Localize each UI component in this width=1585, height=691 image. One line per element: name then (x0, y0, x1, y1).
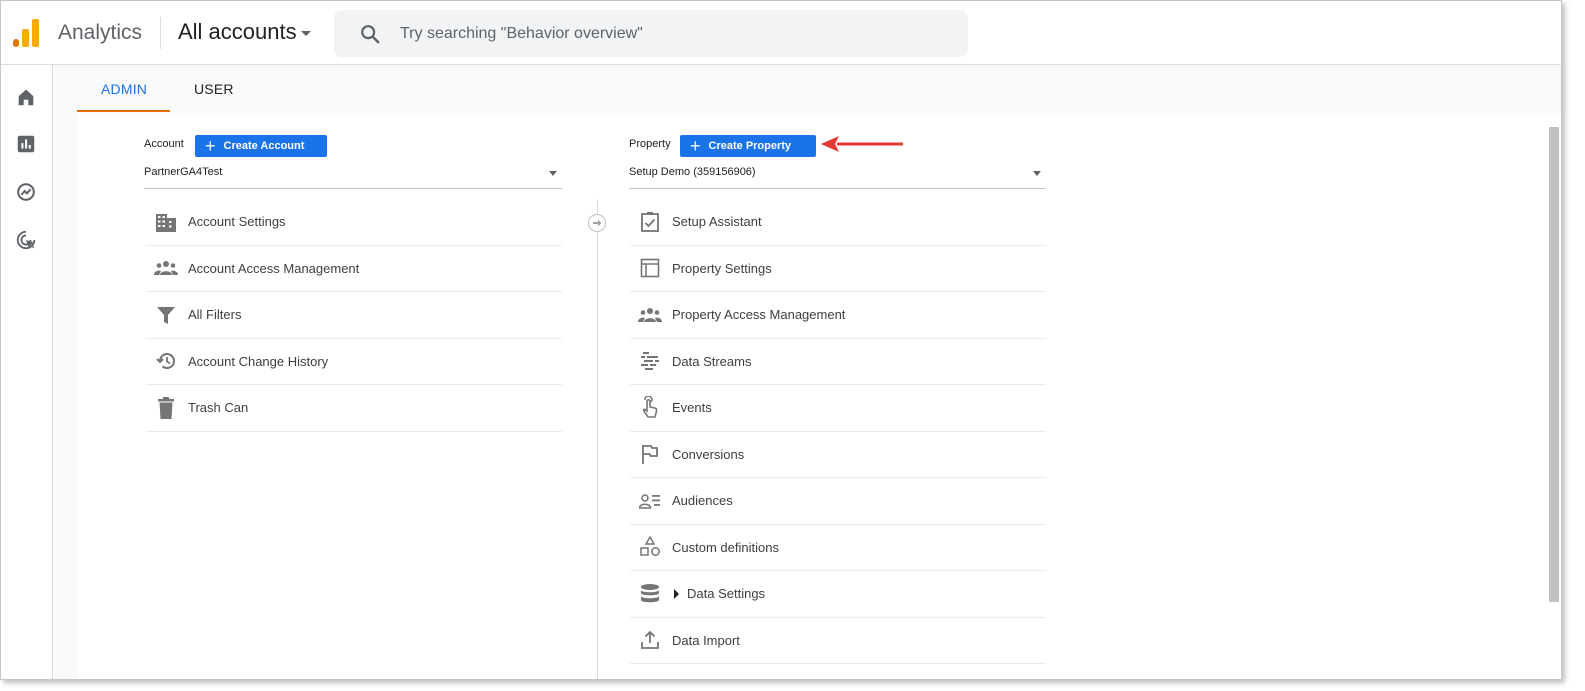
property-selector[interactable]: Setup Demo (359156906) (629, 163, 1046, 189)
upload-icon (638, 628, 662, 652)
top-bar: Analytics All accounts (1, 1, 1561, 65)
plus-icon: + (690, 136, 701, 156)
shapes-icon (638, 535, 662, 559)
data-streams-item[interactable]: Data Streams (630, 339, 1046, 385)
property-access-management-label: Property Access Management (672, 307, 846, 323)
audiences-item[interactable]: Audiences (630, 478, 1046, 525)
conversions-item[interactable]: Conversions (630, 432, 1046, 478)
account-settings-item[interactable]: Account Settings (146, 199, 562, 246)
create-property-label: Create Property (708, 140, 792, 152)
vertical-scrollbar[interactable] (1549, 127, 1559, 602)
admin-tabs: ADMIN USER (77, 65, 1561, 113)
create-account-label: Create Account (223, 140, 305, 152)
account-settings-label: Account Settings (188, 214, 286, 230)
search-bar[interactable] (334, 10, 968, 57)
annotation-arrow-icon (821, 136, 903, 152)
explore-icon[interactable] (15, 181, 37, 203)
plus-icon: + (205, 136, 216, 156)
caret-down-icon (300, 30, 311, 36)
data-import-label: Data Import (672, 632, 740, 648)
home-icon[interactable] (15, 86, 37, 108)
layout-icon (638, 256, 662, 280)
streams-icon (638, 349, 662, 373)
account-selector[interactable]: PartnerGA4Test (144, 163, 562, 189)
property-menu: Setup Assistant Property Settings Proper… (630, 199, 1046, 664)
account-picker-label: All accounts (178, 19, 297, 44)
create-property-button[interactable]: + Create Property (680, 135, 816, 157)
expand-arrow-icon[interactable] (674, 588, 679, 599)
account-picker[interactable]: All accounts (178, 19, 311, 45)
admin-panel: Account + Create Account PartnerGA4Test … (77, 113, 1561, 679)
column-divider (597, 199, 598, 679)
search-icon (361, 24, 380, 43)
setup-assistant-label: Setup Assistant (672, 214, 762, 230)
admin-content: ADMIN USER Account + Create Account Part… (53, 65, 1561, 679)
trash-icon (154, 396, 178, 420)
account-access-management-item[interactable]: Account Access Management (146, 246, 562, 292)
all-filters-label: All Filters (188, 307, 242, 323)
trash-can-item[interactable]: Trash Can (146, 385, 562, 432)
events-label: Events (672, 400, 712, 416)
dropdown-arrow-icon (549, 171, 557, 176)
create-account-button[interactable]: + Create Account (195, 135, 327, 157)
events-item[interactable]: Events (630, 385, 1046, 432)
history-icon (154, 349, 178, 373)
account-menu: Account Settings Account Access Manageme… (146, 199, 562, 432)
database-icon (638, 582, 662, 606)
flag-icon (638, 442, 662, 466)
data-import-item[interactable]: Data Import (630, 618, 1046, 664)
checkbox-icon (638, 210, 662, 234)
property-selector-value: Setup Demo (359156906) (629, 166, 756, 178)
filter-icon (154, 303, 178, 327)
data-settings-label: Data Settings (687, 586, 766, 602)
account-column-label: Account (144, 138, 184, 150)
tab-user[interactable]: USER (194, 81, 234, 97)
property-settings-label: Property Settings (672, 260, 772, 276)
active-tab-indicator (77, 110, 170, 112)
account-access-management-label: Account Access Management (188, 260, 360, 276)
property-settings-item[interactable]: Property Settings (630, 246, 1046, 292)
analytics-logo-icon[interactable] (13, 19, 39, 47)
custom-definitions-item[interactable]: Custom definitions (630, 525, 1046, 571)
property-column-label: Property (629, 138, 671, 150)
account-change-history-label: Account Change History (188, 353, 329, 369)
people-icon (638, 303, 662, 327)
touch-icon (638, 395, 662, 420)
people-icon (154, 256, 178, 280)
account-selector-value: PartnerGA4Test (144, 166, 223, 178)
conversions-label: Conversions (672, 446, 745, 462)
arrow-right-icon (588, 214, 606, 232)
reports-icon[interactable] (15, 133, 37, 155)
account-change-history-item[interactable]: Account Change History (146, 339, 562, 385)
tab-admin[interactable]: ADMIN (101, 81, 147, 97)
app-window: Analytics All accounts Try searching "Be… (0, 0, 1562, 680)
advertising-icon[interactable] (15, 229, 37, 251)
data-streams-label: Data Streams (672, 353, 752, 369)
property-access-management-item[interactable]: Property Access Management (630, 292, 1046, 339)
audiences-icon (638, 489, 662, 513)
custom-definitions-label: Custom definitions (672, 539, 779, 555)
data-settings-item[interactable]: Data Settings (630, 571, 1046, 618)
trash-can-label: Trash Can (188, 400, 249, 416)
all-filters-item[interactable]: All Filters (146, 292, 562, 339)
left-nav-rail (1, 65, 53, 679)
setup-assistant-item[interactable]: Setup Assistant (630, 199, 1046, 246)
app-title: Analytics (58, 21, 143, 44)
search-input[interactable] (400, 24, 920, 43)
dropdown-arrow-icon (1033, 171, 1041, 176)
audiences-label: Audiences (672, 493, 733, 509)
header-divider (160, 17, 161, 49)
building-icon (154, 210, 178, 234)
